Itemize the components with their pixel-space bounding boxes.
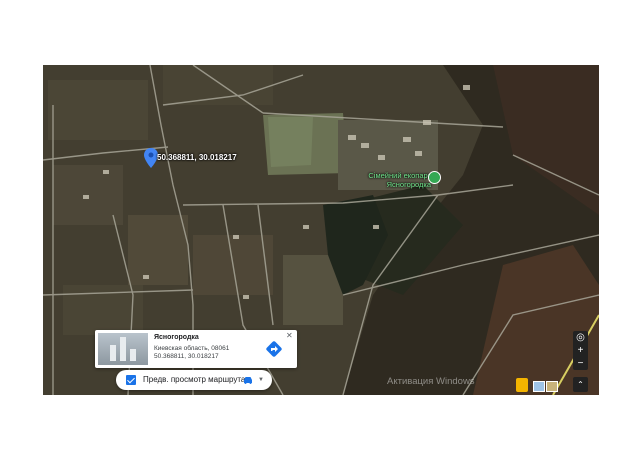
place-photo-thumbnail[interactable] bbox=[98, 333, 148, 365]
place-coords: 50.368811, 30.018217 bbox=[154, 353, 219, 360]
layer-map-thumb[interactable] bbox=[533, 381, 545, 392]
layer-terrain-thumb[interactable] bbox=[546, 381, 558, 392]
zoom-out-button[interactable]: − bbox=[573, 357, 588, 370]
close-icon[interactable]: ✕ bbox=[286, 331, 293, 340]
car-icon[interactable] bbox=[243, 376, 253, 384]
chevron-up-icon[interactable]: ⌃ bbox=[573, 377, 588, 392]
route-preview-label: Предв. просмотр маршрута bbox=[143, 375, 246, 384]
chevron-down-icon[interactable]: ▼ bbox=[258, 377, 264, 383]
marker-coordinates-label: 50.368811, 30.018217 bbox=[157, 153, 237, 162]
poi-label[interactable]: Сімейний екопарк Ясногородка bbox=[361, 171, 431, 189]
satellite-map[interactable]: 50.368811, 30.018217 Сімейний екопарк Яс… bbox=[43, 65, 599, 395]
windows-activation-watermark: Активация Windows bbox=[387, 376, 475, 387]
place-region: Киевская область, 08061 bbox=[154, 345, 230, 352]
pegman-icon[interactable] bbox=[516, 378, 528, 392]
locate-icon[interactable]: ◎ bbox=[573, 331, 588, 344]
route-preview-checkbox[interactable] bbox=[126, 375, 136, 385]
zoom-in-button[interactable]: + bbox=[573, 344, 588, 357]
directions-icon[interactable] bbox=[266, 341, 282, 357]
place-title: Ясногородка bbox=[154, 334, 199, 341]
place-info-card[interactable]: Ясногородка Киевская область, 08061 50.3… bbox=[95, 330, 297, 368]
layers-thumbnails[interactable] bbox=[533, 379, 567, 392]
place-address: Киевская область, 08061 50.368811, 30.01… bbox=[154, 345, 229, 361]
park-icon[interactable] bbox=[428, 171, 441, 184]
map-controls: ◎ + − bbox=[573, 331, 588, 370]
location-pin-icon[interactable] bbox=[144, 148, 158, 168]
route-preview-bar[interactable]: Предв. просмотр маршрута ▼ bbox=[116, 370, 272, 390]
